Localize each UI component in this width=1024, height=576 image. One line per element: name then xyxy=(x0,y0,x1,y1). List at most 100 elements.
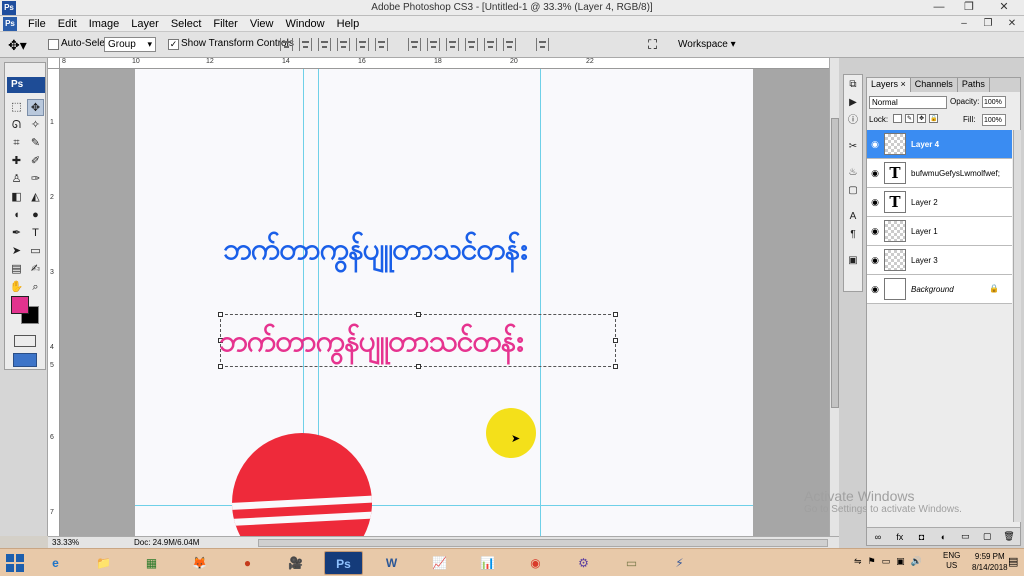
menu-select[interactable]: Select xyxy=(165,17,208,31)
battery-icon[interactable]: ▭ xyxy=(882,556,891,567)
move-tool-icon[interactable]: ✥ xyxy=(27,99,44,116)
photoshop-logo[interactable]: Ps xyxy=(7,77,45,93)
foreground-color-swatch[interactable] xyxy=(11,296,29,314)
guide-horizontal[interactable] xyxy=(135,505,753,506)
clone-stamp-icon[interactable]: ♙ xyxy=(8,171,25,188)
transform-handle[interactable] xyxy=(416,312,421,317)
visibility-eye-icon[interactable]: ◉ xyxy=(869,197,881,208)
document-size[interactable]: Doc: 24.9M/6.04M xyxy=(134,537,199,548)
menu-edit[interactable]: Edit xyxy=(52,17,83,31)
layer-row-background[interactable]: ◉ Background 🔒 xyxy=(867,275,1012,304)
align-horizontal-centers-icon[interactable] xyxy=(356,38,369,51)
character-icon[interactable]: A xyxy=(845,209,861,225)
quick-mask-icon[interactable] xyxy=(14,335,36,347)
notes-tool-icon[interactable]: ▤ xyxy=(8,261,25,278)
flag-icon[interactable]: ⚑ xyxy=(868,556,876,567)
start-button[interactable] xyxy=(6,554,24,572)
vertical-ruler[interactable]: 1 2 3 4 5 6 7 xyxy=(48,69,60,536)
show-transform-checkbox[interactable]: ✓ xyxy=(168,39,179,50)
lock-all-icon[interactable]: 🔒 xyxy=(929,114,938,123)
horizontal-scrollbar[interactable] xyxy=(258,539,828,547)
distribute-top-icon[interactable] xyxy=(408,38,421,51)
input-language[interactable]: ENG US xyxy=(943,551,960,571)
video-editor-icon[interactable]: ⚡ xyxy=(660,551,699,575)
distribute-bottom-icon[interactable] xyxy=(446,38,459,51)
slice-tool-icon[interactable]: ✎ xyxy=(27,135,44,152)
notes-app-icon[interactable]: ▭ xyxy=(612,551,651,575)
crop-tool-icon[interactable]: ⌗ xyxy=(8,135,25,152)
file-explorer-icon[interactable]: 📁 xyxy=(84,551,123,575)
transform-handle[interactable] xyxy=(218,312,223,317)
zoom-level[interactable]: 33.33% xyxy=(52,537,79,548)
tab-layers[interactable]: Layers × xyxy=(867,78,911,92)
pen-tool-icon[interactable]: ✒ xyxy=(8,225,25,242)
doc-close-button[interactable]: ✕ xyxy=(1000,16,1024,32)
clock[interactable]: 9:59 PM 8/14/2018 xyxy=(972,551,1008,573)
align-left-edges-icon[interactable] xyxy=(337,38,350,51)
chart-app-icon[interactable]: 📈 xyxy=(420,551,459,575)
horizontal-ruler[interactable]: 8 10 12 14 16 18 20 22 xyxy=(60,58,830,69)
lasso-tool-icon[interactable]: ᘏ xyxy=(8,117,25,134)
fill-field[interactable]: 100% xyxy=(982,114,1006,126)
link-layers-icon[interactable]: ∞ xyxy=(872,532,884,542)
red-sun-logo[interactable] xyxy=(232,433,372,536)
layer-row-layer-4[interactable]: ◉ Layer 4 xyxy=(867,130,1012,159)
visibility-eye-icon[interactable]: ◉ xyxy=(869,168,881,179)
lock-transparent-icon[interactable] xyxy=(893,114,902,123)
menu-view[interactable]: View xyxy=(244,17,280,31)
minimize-button[interactable]: — xyxy=(924,0,954,16)
layer-row-layer-3[interactable]: ◉ Layer 3 xyxy=(867,246,1012,275)
photoshop-taskbar-icon[interactable]: Ps xyxy=(324,551,363,575)
doc-minimize-button[interactable]: – xyxy=(952,16,976,32)
screen-mode-icon[interactable] xyxy=(13,353,37,367)
guide-vertical[interactable] xyxy=(540,69,541,536)
tab-channels[interactable]: Channels xyxy=(911,78,958,92)
type-tool-icon[interactable]: T xyxy=(27,225,44,242)
zoom-tool-icon[interactable]: ⌕ xyxy=(27,279,44,296)
display-icon[interactable]: ▣ xyxy=(896,556,905,567)
visibility-eye-icon[interactable]: ◉ xyxy=(869,255,881,266)
distribute-left-icon[interactable] xyxy=(465,38,478,51)
blur-tool-icon[interactable]: ◖ xyxy=(8,207,25,224)
tool-presets-icon[interactable]: ✂ xyxy=(845,139,861,155)
menu-help[interactable]: Help xyxy=(331,17,366,31)
auto-select-mode-dropdown[interactable]: Group xyxy=(104,37,156,52)
dodge-tool-icon[interactable]: ● xyxy=(27,207,44,224)
paragraph-icon[interactable]: ¶ xyxy=(845,227,861,243)
visibility-eye-icon[interactable]: ◉ xyxy=(869,284,881,295)
align-top-edges-icon[interactable] xyxy=(280,38,293,51)
vertical-scrollbar[interactable] xyxy=(829,58,839,536)
transform-handle[interactable] xyxy=(613,338,618,343)
firefox-icon[interactable]: 🦊 xyxy=(180,551,219,575)
scroll-thumb[interactable] xyxy=(831,118,839,408)
chrome-icon[interactable]: ◉ xyxy=(516,551,555,575)
auto-align-layers-icon[interactable] xyxy=(536,38,549,51)
store-icon[interactable]: ▦ xyxy=(132,551,171,575)
network-icon[interactable]: ⇋ xyxy=(854,556,862,567)
brush-tool-icon[interactable]: ✐ xyxy=(27,153,44,170)
canvas[interactable]: ဘက်တာကွန်ပျူတာသင်တန်း ဘက်တာကွန်ပျူတာသင်တ… xyxy=(135,69,753,536)
blend-mode-dropdown[interactable]: Normal xyxy=(869,96,947,109)
menu-window[interactable]: Window xyxy=(280,17,331,31)
adjustment-layer-icon[interactable]: ◐ xyxy=(937,532,949,542)
move-tool-preset-icon[interactable]: ✥▾ xyxy=(8,36,38,54)
internet-explorer-icon[interactable]: e xyxy=(36,551,75,575)
tab-paths[interactable]: Paths xyxy=(958,78,990,92)
trash-icon[interactable]: 🗑 xyxy=(1003,531,1015,542)
distribute-hcenter-icon[interactable] xyxy=(484,38,497,51)
align-vertical-centers-icon[interactable] xyxy=(299,38,312,51)
eraser-tool-icon[interactable]: ◧ xyxy=(8,189,25,206)
healing-brush-icon[interactable]: ✚ xyxy=(8,153,25,170)
new-group-icon[interactable]: ▭ xyxy=(959,531,971,542)
menu-layer[interactable]: Layer xyxy=(125,17,165,31)
settings-icon[interactable]: ⚙ xyxy=(564,551,603,575)
ruler-origin[interactable] xyxy=(48,58,60,69)
hand-tool-icon[interactable]: ✋ xyxy=(8,279,25,296)
menu-filter[interactable]: Filter xyxy=(207,17,243,31)
visibility-eye-icon[interactable]: ◉ xyxy=(869,226,881,237)
headline-text-pink[interactable]: ဘက်တာကွန်ပျူတာသင်တန်း xyxy=(219,321,524,366)
brushes-icon[interactable]: ♨ xyxy=(845,165,861,181)
shape-tool-icon[interactable]: ▭ xyxy=(27,243,44,260)
new-layer-icon[interactable]: ▢ xyxy=(981,531,993,542)
transform-handle[interactable] xyxy=(613,312,618,317)
